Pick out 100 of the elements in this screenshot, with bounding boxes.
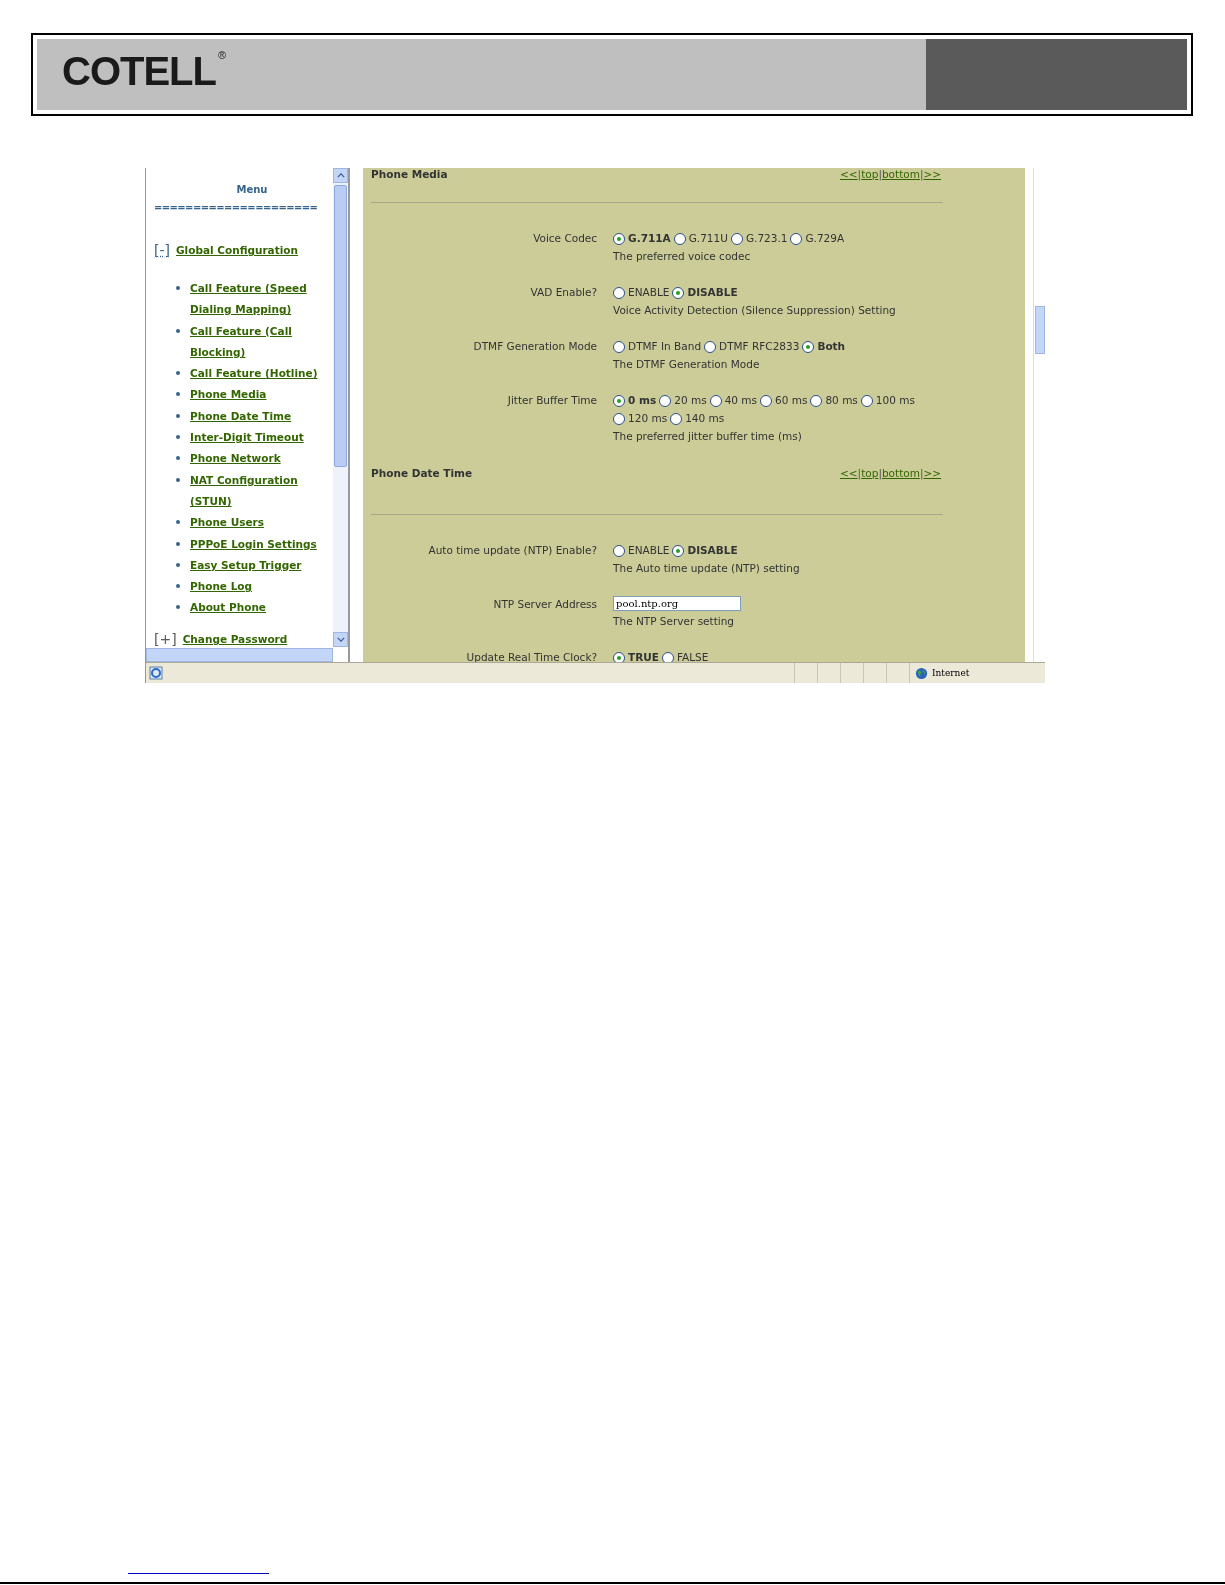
radio-option[interactable]: 0 ms — [613, 392, 657, 409]
zone-label: Internet — [932, 668, 970, 678]
radio-option[interactable]: G.729A — [790, 230, 845, 247]
field-label: DTMF Generation Mode — [472, 339, 599, 354]
menu-link[interactable]: Inter-Digit Timeout — [190, 427, 322, 449]
field-description: Voice Activity Detection (Silence Suppression) Setting — [613, 303, 897, 318]
input-field[interactable]: pool.ntp.org — [613, 596, 742, 611]
nav-link[interactable]: top — [861, 467, 879, 479]
radio-button[interactable] — [659, 394, 672, 407]
radio-option[interactable]: Both — [802, 338, 846, 355]
radio-option[interactable]: 20 ms — [659, 392, 707, 409]
radio-option[interactable]: ENABLE — [613, 542, 670, 559]
radio-option[interactable]: 120 ms — [613, 410, 668, 427]
scroll-down-button[interactable] — [333, 632, 349, 647]
radio-button[interactable] — [672, 544, 685, 557]
radio-option[interactable]: G.711U — [673, 230, 728, 247]
menu-link[interactable]: Call Feature (Call Blocking) — [190, 320, 322, 364]
bullet-icon — [176, 541, 180, 546]
radio-button[interactable] — [790, 232, 803, 245]
scroll-thumb[interactable] — [334, 185, 348, 467]
menu-link[interactable]: PPPoE Login Settings — [190, 533, 322, 555]
nav-link[interactable]: << — [840, 467, 858, 479]
radio-option[interactable]: G.723.1 — [730, 230, 788, 247]
bullet-icon — [176, 477, 180, 482]
menu-link[interactable]: About Phone — [190, 597, 322, 619]
field-description: The preferred voice codec — [613, 249, 752, 264]
radio-button[interactable] — [613, 544, 626, 557]
radio-option[interactable]: 60 ms — [760, 392, 808, 409]
radio-option[interactable]: 40 ms — [709, 392, 758, 409]
menu-link[interactable]: Phone Network — [190, 448, 322, 470]
bullet-icon — [176, 584, 180, 589]
radio-button[interactable] — [673, 232, 686, 245]
radio-button[interactable] — [709, 394, 722, 407]
nav-link[interactable]: << — [840, 168, 858, 180]
separator-text: | — [857, 168, 862, 180]
radio-button[interactable] — [704, 340, 717, 353]
menu-link[interactable]: Phone Date Time — [190, 405, 322, 428]
radio-button[interactable] — [613, 232, 626, 245]
radio-option[interactable]: DTMF RFC2833 — [704, 338, 800, 355]
bullet-icon — [176, 392, 180, 397]
nav-link[interactable]: bottom — [881, 467, 920, 479]
nav-link[interactable]: bottom — [881, 168, 920, 180]
expand-toggle[interactable]: [+] — [154, 630, 177, 647]
radio-option[interactable]: DISABLE — [672, 284, 738, 301]
bullet-icon — [176, 286, 180, 290]
menu-link[interactable]: Change Password — [182, 632, 288, 645]
radio-option[interactable]: 140 ms — [670, 410, 725, 427]
radio-button[interactable] — [670, 412, 683, 425]
bullet-icon — [176, 435, 180, 440]
bullet-icon — [176, 413, 180, 418]
separator-text: ===================== — [154, 202, 319, 213]
menu-link[interactable]: NAT Configuration (STUN) — [190, 469, 322, 513]
field-description: The Auto time update (NTP) setting — [613, 561, 801, 576]
radio-option[interactable]: DTMF In Band — [613, 338, 702, 355]
logo: COTELL$^{®}$ — [61, 48, 227, 95]
bullet-icon — [176, 520, 180, 525]
menu-link[interactable]: Phone Media — [190, 384, 322, 406]
menu-link[interactable]: Easy Setup Trigger — [190, 554, 322, 577]
bullet-icon — [176, 456, 180, 461]
field-description: The NTP Server setting — [613, 614, 736, 629]
radio-button[interactable] — [802, 340, 815, 353]
radio-option[interactable]: G.711A — [613, 230, 671, 247]
radio-button[interactable] — [860, 394, 873, 407]
radio-option[interactable]: 80 ms — [810, 392, 858, 409]
caret-up-icon — [336, 173, 345, 178]
radio-button[interactable] — [672, 286, 685, 299]
scroll-up-button[interactable] — [333, 168, 349, 183]
radio-option[interactable]: DISABLE — [672, 542, 738, 559]
radio-button[interactable] — [613, 412, 626, 425]
horizontal-scrollbar[interactable] — [146, 648, 334, 662]
radio-option[interactable]: ENABLE — [613, 284, 670, 301]
radio-button[interactable] — [760, 394, 773, 407]
radio-button[interactable] — [613, 286, 626, 299]
field-description: The DTMF Generation Mode — [613, 357, 761, 372]
separator-text: | — [857, 467, 862, 479]
collapse-toggle[interactable]: [-] — [154, 242, 170, 258]
radio-button[interactable] — [613, 394, 626, 407]
section-title: Phone Date Time — [371, 467, 473, 481]
nav-link[interactable]: >> — [923, 467, 942, 479]
menu-link[interactable]: Phone Users — [190, 512, 322, 534]
radio-option[interactable]: 100 ms — [860, 392, 915, 409]
scroll-thumb[interactable] — [1035, 306, 1045, 354]
menu-link[interactable]: Call Feature (Hotline) — [190, 363, 322, 385]
field-description: The preferred jitter buffer time (ms) — [613, 429, 803, 444]
field-label: NTP Server Address — [492, 597, 599, 612]
separator-text: | — [919, 467, 924, 479]
separator-text: | — [878, 467, 882, 479]
separator-text: | — [919, 168, 924, 180]
bullet-icon — [176, 562, 180, 567]
nav-link[interactable]: >> — [923, 168, 942, 180]
menu-link[interactable]: Global Configuration — [176, 244, 298, 256]
caret-down-icon — [336, 637, 345, 642]
radio-button[interactable] — [613, 340, 626, 353]
menu-link[interactable]: Phone Log — [190, 576, 322, 598]
radio-button[interactable] — [730, 232, 743, 245]
page-icon — [149, 666, 163, 680]
menu-title: Menu — [235, 184, 269, 195]
menu-link[interactable]: Call Feature (Speed Dialing Mapping) — [190, 278, 322, 321]
nav-link[interactable]: top — [861, 168, 879, 180]
radio-button[interactable] — [810, 394, 823, 407]
